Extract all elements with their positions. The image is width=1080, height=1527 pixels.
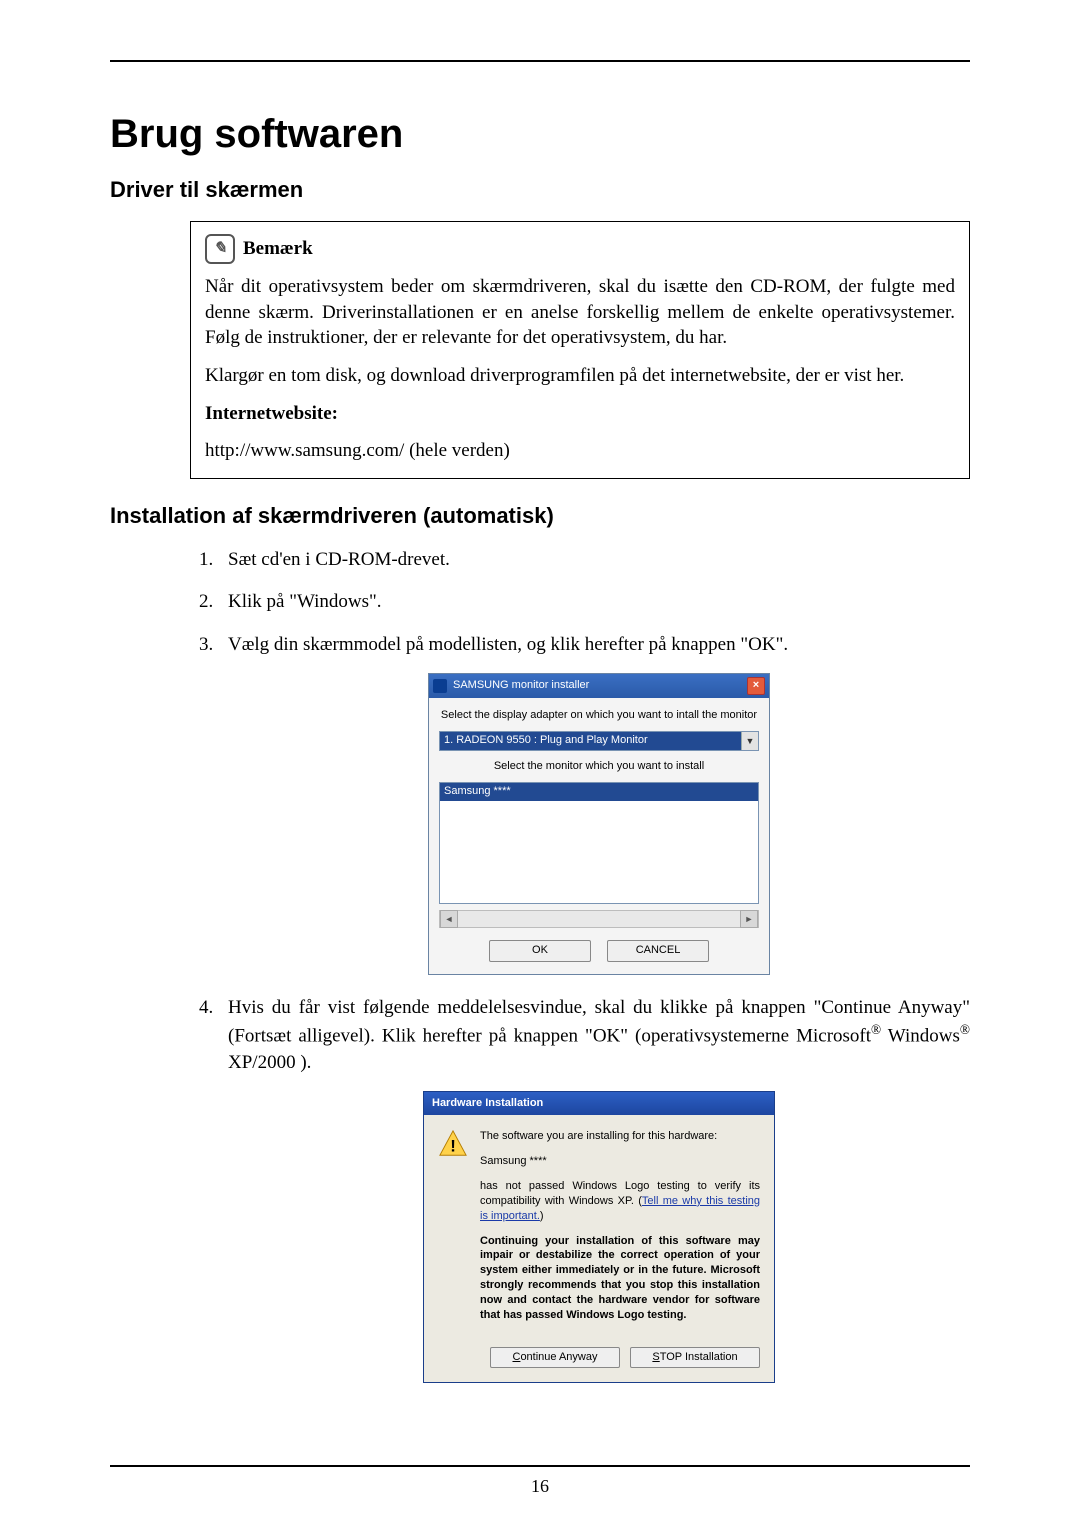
section-install: Installation af skærmdriveren (automatis…	[110, 503, 970, 529]
samsung-installer-dialog: SAMSUNG monitor installer × Select the d…	[428, 673, 770, 975]
note-url: http://www.samsung.com/ (hele verden)	[205, 438, 955, 464]
warning-icon: !	[438, 1129, 468, 1159]
monitor-list-item[interactable]: Samsung ****	[440, 783, 758, 800]
svg-text:!: !	[450, 1137, 456, 1156]
installer-logo-icon	[433, 679, 447, 693]
adapter-selected: 1. RADEON 9550 : Plug and Play Monitor	[440, 732, 741, 750]
close-icon[interactable]: ×	[747, 677, 765, 695]
note-website-label: Internetwebsite:	[205, 401, 955, 427]
page-title: Brug softwaren	[110, 112, 970, 157]
note-title: Bemærk	[243, 236, 313, 262]
step-1: Sæt cd'en i CD-ROM-drevet.	[218, 547, 970, 574]
stop-installation-button[interactable]: STOP Installation	[630, 1347, 760, 1368]
step-3-text: Vælg din skærmmodel på modellisten, og k…	[228, 634, 788, 655]
installer-titlebar: SAMSUNG monitor installer ×	[429, 674, 769, 698]
cancel-button[interactable]: CANCEL	[607, 940, 709, 961]
chevron-down-icon[interactable]: ▼	[741, 732, 758, 750]
reg-mark-1: ®	[871, 1022, 881, 1037]
install-steps: Sæt cd'en i CD-ROM-drevet. Klik på "Wind…	[190, 547, 970, 1383]
page-number: 16	[0, 1476, 1080, 1497]
scroll-right-icon[interactable]: ►	[740, 910, 758, 928]
continue-anyway-button[interactable]: Continue Anyway	[490, 1347, 620, 1368]
installer-label-monitor: Select the monitor which you want to ins…	[439, 759, 759, 774]
bottom-rule	[110, 1465, 970, 1467]
hw-warning-paragraph: Continuing your installation of this sof…	[480, 1234, 760, 1323]
list-hscrollbar[interactable]: ◄ ►	[439, 910, 759, 928]
monitor-listbox[interactable]: Samsung ****	[439, 782, 759, 904]
step-2: Klik på "Windows".	[218, 589, 970, 616]
step-4-text-a: Hvis du får vist følgende meddelelsesvin…	[228, 997, 970, 1047]
installer-label-adapter: Select the display adapter on which you …	[439, 708, 759, 723]
hw-titlebar: Hardware Installation	[424, 1092, 774, 1115]
note-box: ✎ Bemærk Når dit operativsystem beder om…	[190, 221, 970, 479]
ok-button[interactable]: OK	[489, 940, 591, 961]
hw-line-3: has not passed Windows Logo testing to v…	[480, 1179, 760, 1224]
note-paragraph-1: Når dit operativsystem beder om skærmdri…	[205, 274, 955, 351]
step-3: Vælg din skærmmodel på modellisten, og k…	[218, 632, 970, 975]
adapter-dropdown[interactable]: 1. RADEON 9550 : Plug and Play Monitor ▼	[439, 731, 759, 751]
note-icon: ✎	[205, 234, 235, 264]
hardware-installation-dialog: Hardware Installation ! The software you…	[423, 1091, 775, 1383]
note-paragraph-2: Klargør en tom disk, og download driverp…	[205, 363, 955, 389]
section-driver: Driver til skærmen	[110, 177, 970, 203]
step-4-text-b: Windows	[881, 1026, 960, 1047]
hw-line-1: The software you are installing for this…	[480, 1129, 760, 1144]
reg-mark-2: ®	[960, 1022, 970, 1037]
top-rule	[110, 60, 970, 62]
step-4-text-c: XP/2000 ).	[228, 1052, 311, 1073]
scroll-left-icon[interactable]: ◄	[440, 910, 458, 928]
step-4: Hvis du får vist følgende meddelelsesvin…	[218, 995, 970, 1383]
hw-line-2: Samsung ****	[480, 1154, 760, 1169]
installer-title-text: SAMSUNG monitor installer	[453, 678, 589, 693]
